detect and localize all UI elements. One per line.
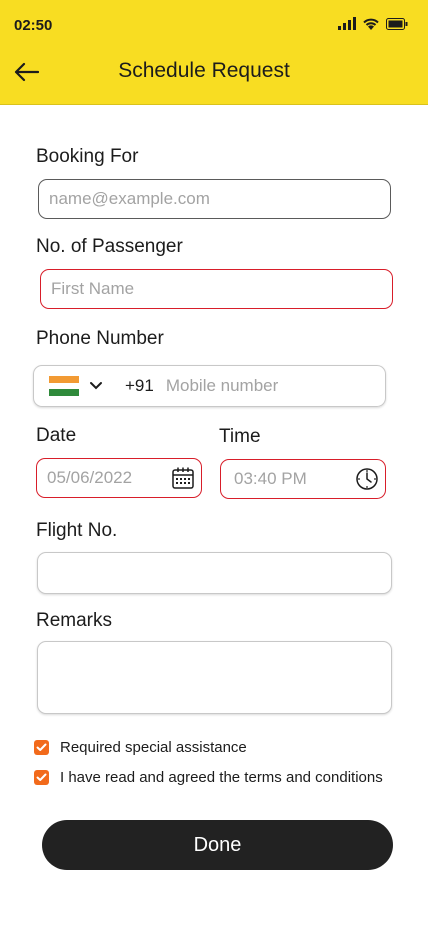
passenger-label: No. of Passenger — [36, 236, 183, 257]
time-label: Time — [219, 426, 261, 447]
phone-label: Phone Number — [36, 328, 164, 349]
booking-for-input[interactable] — [39, 180, 390, 218]
clock-icon[interactable] — [355, 467, 379, 491]
flight-label: Flight No. — [36, 520, 118, 541]
app-header: 02:50 Schedule Request — [0, 0, 428, 105]
remarks-label: Remarks — [36, 610, 113, 631]
passenger-input[interactable] — [41, 270, 392, 308]
status-time: 02:50 — [14, 17, 53, 34]
remarks-input[interactable] — [38, 642, 391, 713]
india-flag-icon — [49, 376, 79, 397]
signal-icon — [338, 17, 356, 30]
calendar-icon[interactable] — [171, 466, 195, 490]
flight-field — [37, 552, 392, 594]
booking-for-label: Booking For — [36, 146, 139, 167]
status-icons — [338, 17, 408, 30]
remarks-field — [37, 641, 392, 714]
date-field — [36, 458, 202, 498]
phone-field: +91 — [33, 365, 387, 407]
special-assistance-checkbox[interactable] — [34, 740, 49, 755]
date-label: Date — [36, 425, 77, 446]
special-assistance-label: Required special assistance — [60, 739, 247, 756]
battery-icon — [386, 17, 408, 30]
mobile-number-input[interactable] — [165, 376, 387, 396]
page-title: Schedule Request — [118, 59, 290, 82]
dial-code: +91 — [125, 376, 154, 395]
wifi-icon — [363, 18, 379, 30]
passenger-field — [40, 269, 393, 309]
terms-checkbox[interactable] — [34, 770, 49, 785]
country-code-select[interactable] — [34, 366, 103, 406]
flight-input[interactable] — [38, 553, 391, 593]
time-field — [220, 459, 386, 499]
check-icon — [36, 743, 47, 751]
booking-for-field — [38, 179, 391, 219]
chevron-down-icon — [90, 382, 102, 390]
terms-row: I have read and agreed the terms and con… — [34, 769, 383, 786]
special-assistance-row: Required special assistance — [34, 739, 247, 756]
terms-label: I have read and agreed the terms and con… — [60, 769, 383, 786]
done-button[interactable]: Done — [42, 820, 393, 870]
check-icon — [36, 773, 47, 781]
